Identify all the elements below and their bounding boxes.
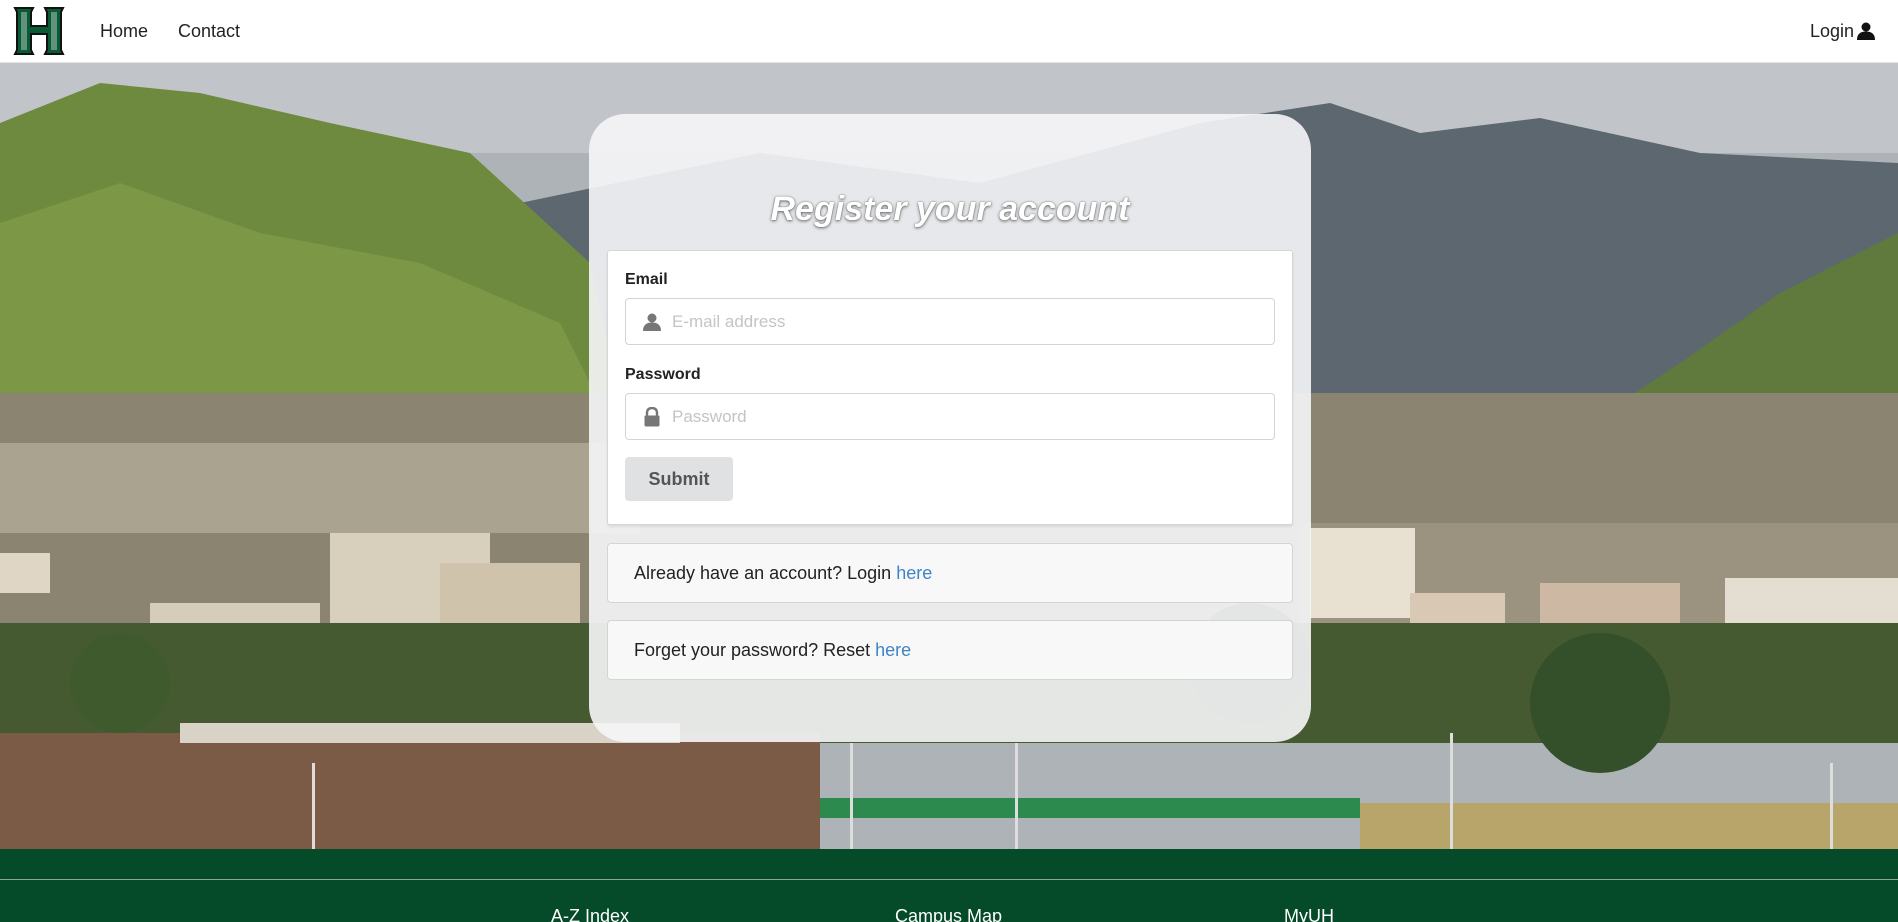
top-navbar: Home Contact Login <box>0 0 1898 63</box>
login-menu[interactable]: Login <box>1810 21 1876 42</box>
login-message: Already have an account? Login here <box>607 543 1293 603</box>
reset-here-link[interactable]: here <box>875 640 911 661</box>
user-icon <box>1857 22 1875 40</box>
password-field[interactable] <box>625 393 1275 440</box>
login-here-link[interactable]: here <box>896 563 932 584</box>
register-card: Register your account Email Password Sub <box>589 114 1311 742</box>
uh-logo[interactable] <box>8 5 70 57</box>
footer-link-az-index[interactable]: A-Z Index <box>551 906 629 922</box>
login-label: Login <box>1809 20 1854 41</box>
lock-icon <box>640 405 664 429</box>
password-label: Password <box>625 366 701 383</box>
footer-link-campus-map[interactable]: Campus Map <box>895 906 1002 922</box>
email-input[interactable] <box>672 311 1262 332</box>
register-title: Register your account <box>770 190 1130 228</box>
login-message-text: Already have an account? Login <box>634 562 892 583</box>
nav-home-link[interactable]: Home <box>100 21 148 42</box>
nav-contact-link[interactable]: Contact <box>178 21 240 42</box>
reset-message-text: Forget your password? Reset <box>634 639 871 660</box>
email-label: Email <box>625 271 668 288</box>
user-icon <box>640 310 664 334</box>
footer: A-Z Index Campus Map MyUH <box>0 849 1898 922</box>
footer-divider <box>0 879 1898 880</box>
footer-link-myuh[interactable]: MyUH <box>1284 906 1334 922</box>
register-form: Email Password Submit <box>607 250 1293 525</box>
password-input[interactable] <box>672 406 1262 427</box>
email-field[interactable] <box>625 298 1275 345</box>
submit-button[interactable]: Submit <box>625 457 733 501</box>
reset-message: Forget your password? Reset here <box>607 620 1293 680</box>
